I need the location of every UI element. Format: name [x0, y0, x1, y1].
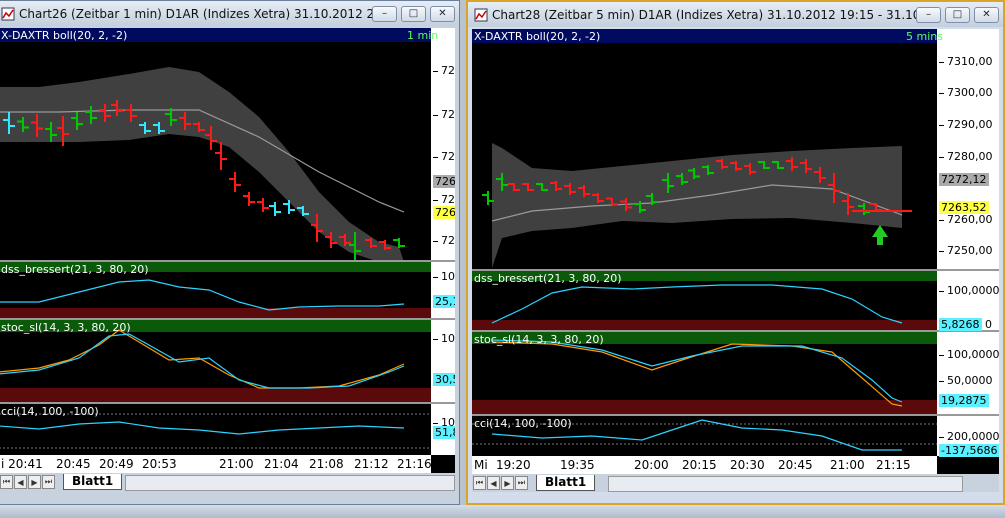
chart28-window[interactable]: Chart28 (Zeitbar 5 min) D1AR (Indizes Xe… — [466, 0, 1005, 505]
bollinger-band — [0, 67, 404, 260]
oversold-zone — [0, 388, 431, 402]
minimize-icon[interactable]: – — [916, 6, 941, 23]
chart28-titlebar[interactable]: Chart28 (Zeitbar 5 min) D1AR (Indizes Xe… — [468, 2, 1003, 27]
chart26-price-svg — [0, 67, 405, 260]
chart28-price-label: X-DAXTR boll(20, 2, -2) — [474, 30, 601, 43]
chart26-interval: 1 min — [407, 29, 439, 42]
chart26-cci-label: cci(14, 100, -100) — [1, 405, 99, 418]
next-sheet-icon[interactable]: ▶ — [28, 475, 41, 489]
chart28-stoc-pane[interactable]: stoc_sl(14, 3, 3, 80, 20) 100,0000 50,00… — [472, 332, 999, 414]
last-sheet-icon[interactable]: ⏭ — [42, 475, 55, 489]
chart26-time-axis[interactable]: i 20:41 20:45 20:49 20:53 21:00 21:04 21… — [0, 455, 431, 473]
prev-sheet-icon[interactable]: ◀ — [487, 476, 500, 490]
next-sheet-icon[interactable]: ▶ — [501, 476, 514, 490]
chart28-title: Chart28 (Zeitbar 5 min) D1AR (Indizes Xe… — [492, 7, 916, 22]
dss-line — [0, 279, 405, 311]
chart26-title: Chart26 (Zeitbar 1 min) D1AR (Indizes Xe… — [19, 6, 372, 21]
price-tick: 7300,00 — [939, 86, 993, 99]
chart28-dss-label: dss_bressert(21, 3, 80, 20) — [474, 272, 622, 285]
chart28-price-svg — [482, 143, 912, 268]
stoc-slow-line — [491, 339, 903, 403]
price-tick: 7310,00 — [939, 55, 993, 68]
chart26-window[interactable]: Chart26 (Zeitbar 1 min) D1AR (Indizes Xe… — [0, 0, 460, 505]
price-tick: 7290,00 — [939, 118, 993, 131]
chart26-cci-value: 51,8 — [433, 426, 455, 439]
chart26-price-plot[interactable] — [0, 42, 431, 260]
price-tick: 7280,00 — [939, 150, 993, 163]
chart28-dss-pane[interactable]: dss_bressert(21, 3, 80, 20) 100,0000 0 5… — [472, 271, 999, 331]
chart28-cci-pane[interactable]: cci(14, 100, -100) 200,0000 -137,5686 — [472, 416, 999, 457]
chart26-stoc-pane[interactable]: stoc_sl(14, 3, 3, 80, 20) 100 30,5 — [0, 320, 455, 402]
buy-arrow-icon — [872, 225, 888, 245]
chart28-stoc-label: stoc_sl(14, 3, 3, 80, 20) — [474, 333, 604, 346]
chart-window-icon — [1, 7, 15, 20]
chart28-interval: 5 mins — [906, 30, 943, 43]
chart26-price-label: X-DAXTR boll(20, 2, -2) — [1, 29, 128, 42]
chart28-stoc-value: 19,2875 — [939, 394, 989, 407]
chart26-stoc-value: 30,5 — [433, 373, 455, 386]
price-tick: 7260,00 — [939, 213, 993, 226]
maximize-icon[interactable]: □ — [945, 6, 970, 23]
chart26-area[interactable]: X-DAXTR boll(20, 2, -2) 1 min 726 726 72… — [0, 28, 455, 473]
oversold-zone — [472, 320, 937, 330]
prev-sheet-icon[interactable]: ◀ — [14, 475, 27, 489]
chart26-band-value: 7267 — [433, 175, 455, 188]
chart26-dss-pane[interactable]: dss_bressert(21, 3, 80, 20) 100 25,1 — [0, 262, 455, 318]
first-sheet-icon[interactable]: ⏮ — [473, 476, 486, 490]
chart28-last-price: 7263,52 — [939, 201, 989, 214]
close-icon[interactable]: ✕ — [974, 6, 999, 23]
chart28-price-plot[interactable] — [472, 43, 937, 269]
stoc-slow-line — [0, 333, 405, 389]
chart28-price-pane[interactable]: X-DAXTR boll(20, 2, -2) 5 mins 7310,00 7… — [472, 29, 999, 269]
chart26-dss-label: dss_bressert(21, 3, 80, 20) — [1, 263, 149, 276]
price-tick: 726 — [433, 150, 455, 163]
close-icon[interactable]: ✕ — [430, 5, 455, 22]
chart26-dss-value: 25,1 — [433, 295, 455, 308]
first-sheet-icon[interactable]: ⏮ — [0, 475, 13, 489]
minimize-icon[interactable]: – — [372, 5, 397, 22]
price-tick: 7250,00 — [939, 244, 993, 257]
chart28-hscroll[interactable] — [608, 476, 963, 492]
oversold-zone — [472, 400, 937, 414]
chart26-titlebar[interactable]: Chart26 (Zeitbar 1 min) D1AR (Indizes Xe… — [0, 1, 459, 26]
maximize-icon[interactable]: □ — [401, 5, 426, 22]
chart-window-icon — [474, 8, 488, 21]
sheet-tab-blatt1[interactable]: Blatt1 — [63, 474, 123, 490]
price-tick: 726 — [433, 234, 455, 247]
price-tick: 726 — [433, 108, 455, 121]
stoc-fast-line — [491, 341, 903, 407]
sheet-tab-blatt1[interactable]: Blatt1 — [536, 475, 596, 491]
chart26-cci-pane[interactable]: cci(14, 100, -100) 100 51,8 — [0, 404, 455, 455]
chart26-price-pane[interactable]: X-DAXTR boll(20, 2, -2) 1 min 726 726 72… — [0, 28, 455, 260]
oversold-zone — [0, 308, 431, 318]
chart28-price-scale[interactable]: 7310,00 7300,00 7290,00 7280,00 7260,00 … — [937, 29, 999, 269]
price-tick: 726 — [433, 193, 455, 206]
taskbar — [0, 505, 1005, 518]
chart28-band-value: 7272,12 — [939, 173, 989, 186]
last-sheet-icon[interactable]: ⏭ — [515, 476, 528, 490]
cci-line — [0, 421, 405, 435]
chart26-stoc-label: stoc_sl(14, 3, 3, 80, 20) — [1, 321, 131, 334]
dss-line — [491, 284, 903, 324]
bollinger-band — [492, 143, 902, 268]
price-tick: 726 — [433, 64, 455, 77]
chart28-time-axis[interactable]: Mi 19:20 19:35 20:00 20:15 20:30 20:45 2… — [472, 456, 937, 474]
chart28-dss-value: 5,8268 — [939, 318, 982, 331]
chart28-area[interactable]: X-DAXTR boll(20, 2, -2) 5 mins 7310,00 7… — [472, 29, 999, 474]
chart28-cci-value: -137,5686 — [939, 444, 999, 457]
chart26-price-scale[interactable]: 726 726 726 726 726 — [431, 28, 455, 260]
chart26-hscroll[interactable] — [125, 475, 455, 491]
chart26-last-price: 7263 — [433, 206, 455, 219]
chart28-cci-label: cci(14, 100, -100) — [474, 417, 572, 430]
